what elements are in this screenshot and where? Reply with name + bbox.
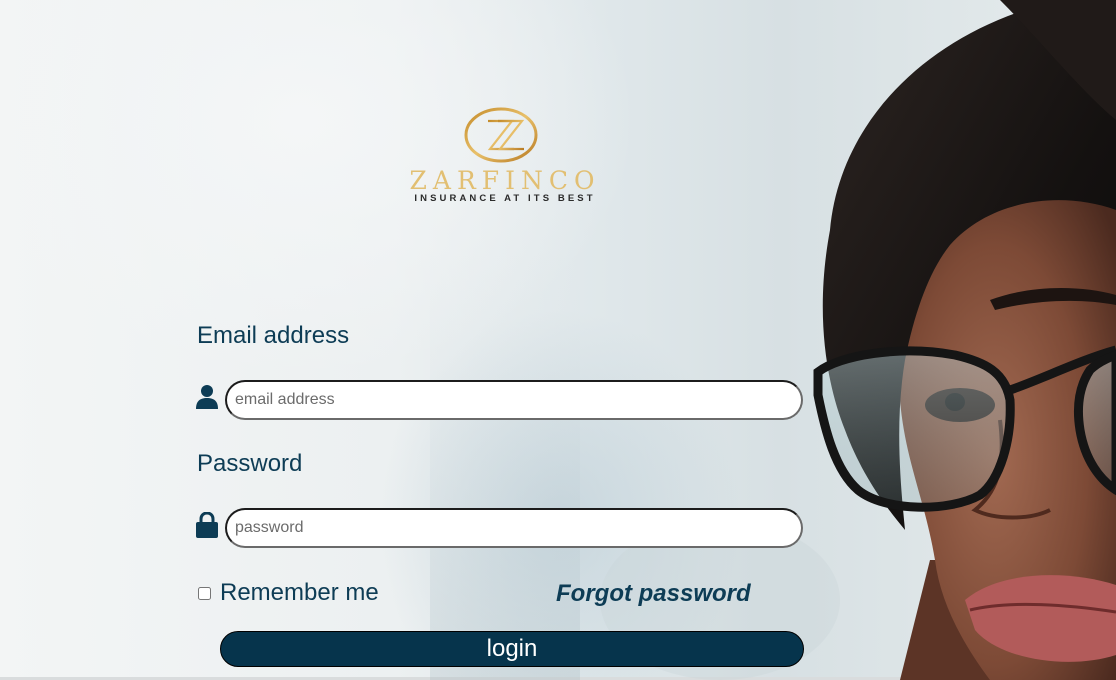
email-label: Email address — [197, 322, 350, 349]
email-input[interactable] — [225, 380, 803, 420]
remember-me-label: Remember me — [220, 579, 379, 606]
company-logo: ZARFINCO INSURANCE AT ITS BEST — [390, 104, 620, 208]
user-icon — [196, 385, 218, 409]
lock-icon — [196, 512, 218, 538]
remember-me-checkbox[interactable] — [198, 586, 211, 600]
remember-me[interactable]: Remember me — [196, 578, 379, 608]
logo-wordmark: ZARFINCO — [409, 166, 601, 195]
hero-portrait-image — [430, 0, 1116, 680]
email-field-row — [196, 380, 806, 422]
password-input[interactable] — [225, 508, 803, 548]
login-button[interactable]: login — [220, 631, 804, 667]
logo-tagline: INSURANCE AT ITS BEST — [414, 193, 596, 204]
forgot-password-link[interactable]: Forgot password — [556, 580, 751, 608]
password-field-row — [196, 508, 806, 550]
logo-emblem-icon — [464, 107, 538, 163]
password-label: Password — [197, 450, 303, 477]
